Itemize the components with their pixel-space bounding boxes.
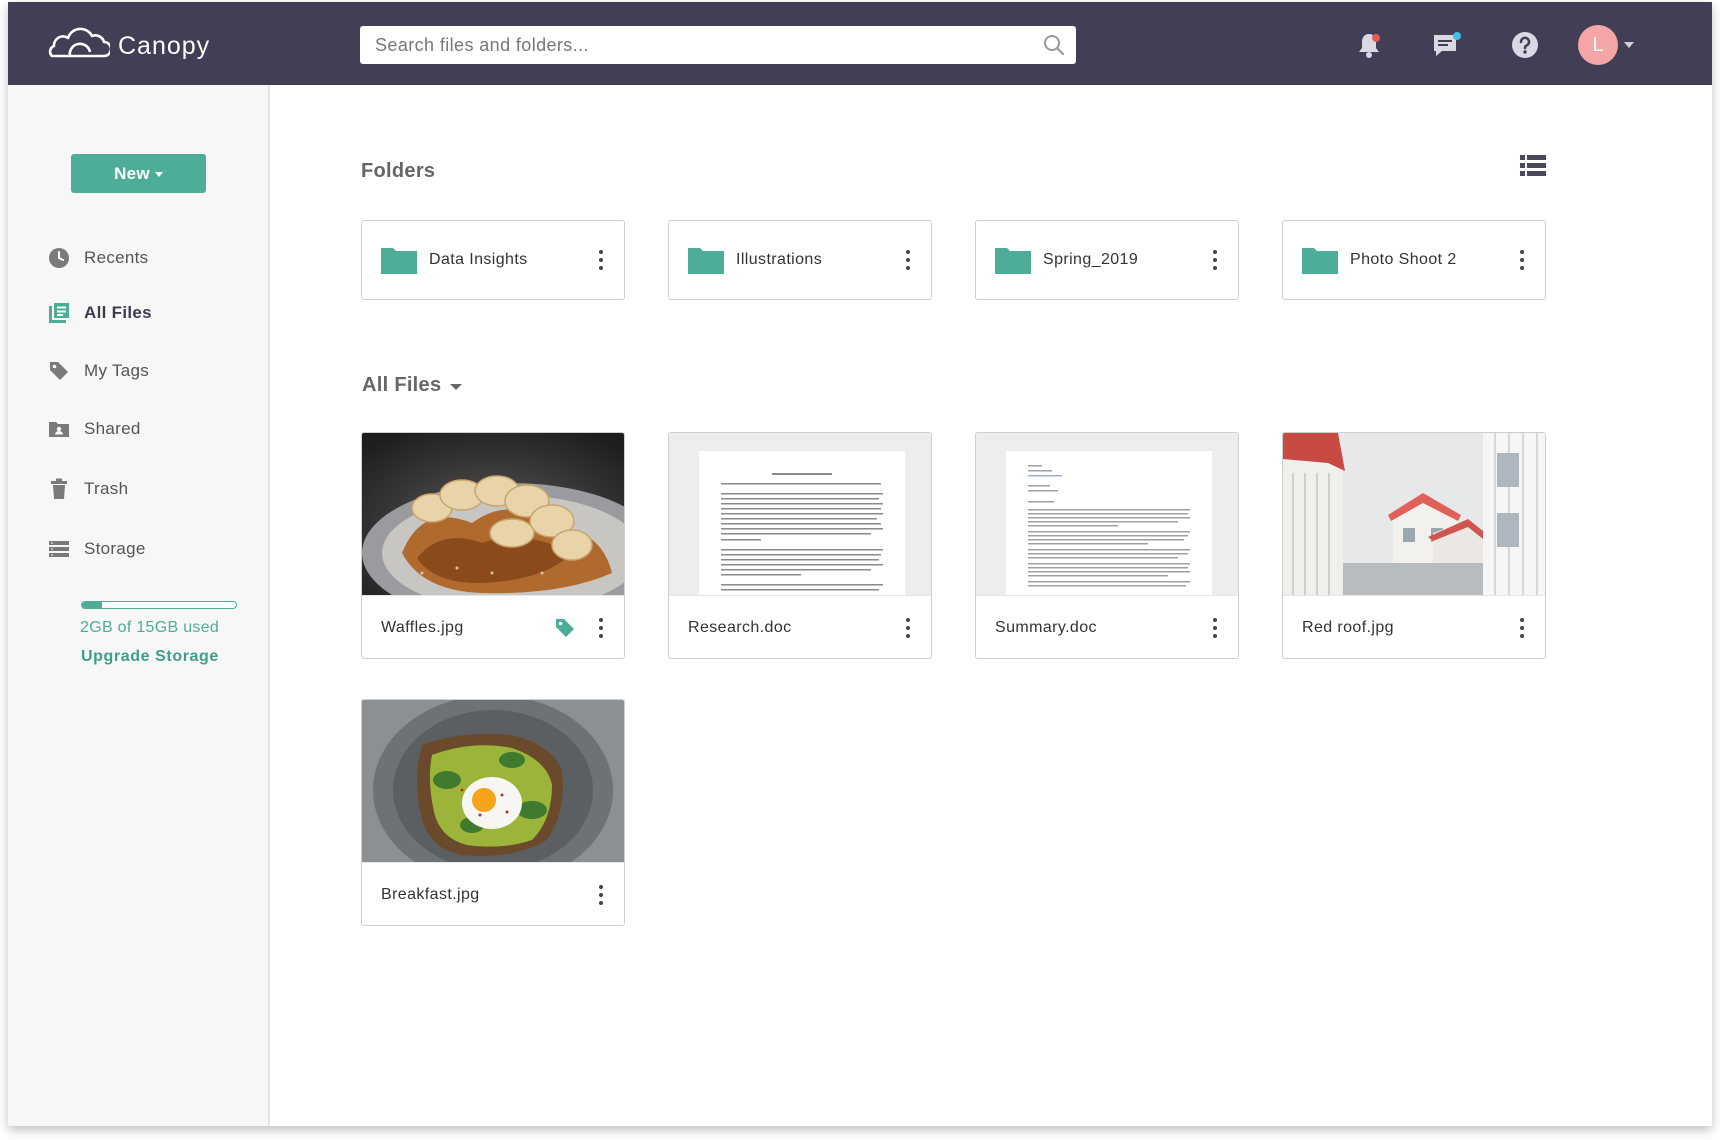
houses-photo-thumbnail xyxy=(1283,433,1545,595)
cloud-logo-icon xyxy=(48,27,110,58)
chevron-down-icon xyxy=(1624,42,1634,48)
more-options-button[interactable] xyxy=(1202,243,1228,277)
folder-icon xyxy=(687,245,725,275)
sidebar-item-label: Shared xyxy=(84,419,141,438)
folder-name: Photo Shoot 2 xyxy=(1350,251,1457,268)
search-button[interactable] xyxy=(1032,26,1076,64)
tag-icon xyxy=(44,356,74,386)
file-card[interactable]: Research.doc xyxy=(668,432,932,659)
folder-name: Data Insights xyxy=(429,251,528,268)
folder-card[interactable]: Photo Shoot 2 xyxy=(1282,220,1546,300)
folder-icon xyxy=(1301,245,1339,275)
sidebar-item-label: Storage xyxy=(84,539,146,558)
document-page xyxy=(699,451,905,595)
new-button[interactable]: New xyxy=(71,154,206,193)
folder-name: Spring_2019 xyxy=(1043,251,1139,268)
sidebar-item-shared[interactable]: Shared xyxy=(44,414,141,444)
more-options-button[interactable] xyxy=(1202,611,1228,645)
folder-card[interactable]: Data Insights xyxy=(361,220,625,300)
all-files-sort-menu[interactable]: All Files xyxy=(362,374,463,397)
more-options-button[interactable] xyxy=(1509,611,1535,645)
sidebar-item-my-tags[interactable]: My Tags xyxy=(44,356,149,386)
clock-icon xyxy=(44,243,74,273)
more-options-button[interactable] xyxy=(1509,243,1535,277)
caret-down-icon xyxy=(450,384,463,390)
list-view-icon xyxy=(1520,155,1546,176)
file-name: Waffles.jpg xyxy=(381,618,464,636)
upgrade-storage-link[interactable]: Upgrade Storage xyxy=(81,648,219,666)
tag-icon[interactable] xyxy=(552,615,578,641)
storage-used-text: 2GB of 15GB used xyxy=(80,619,220,636)
sidebar-item-storage[interactable]: Storage xyxy=(44,534,146,564)
breakfast-photo-thumbnail xyxy=(362,700,624,862)
more-options-button[interactable] xyxy=(588,243,614,277)
folder-icon xyxy=(380,245,418,275)
top-bar: Canopy Search files and folders... L xyxy=(8,2,1712,85)
help-icon xyxy=(1512,32,1538,58)
search-input[interactable] xyxy=(360,26,1032,64)
help-button[interactable] xyxy=(1508,28,1542,62)
folder-card[interactable]: Illustrations xyxy=(668,220,932,300)
storage-progress-fill xyxy=(82,602,103,608)
sidebar: New Recents All Files My Tags Shared Tra… xyxy=(8,85,270,1126)
more-options-button[interactable] xyxy=(895,611,921,645)
sidebar-item-label: Recents xyxy=(84,248,149,267)
storage-progress-bar xyxy=(81,601,237,609)
shared-folder-icon xyxy=(44,414,74,444)
file-card[interactable]: Summary.doc xyxy=(975,432,1239,659)
file-card[interactable]: Breakfast.jpg xyxy=(361,699,625,926)
file-card-footer: Research.doc xyxy=(669,595,931,658)
document-page xyxy=(1006,451,1212,595)
notifications-button[interactable] xyxy=(1352,28,1386,62)
summary-doc-preview-thumbnail xyxy=(976,433,1238,595)
messages-button[interactable] xyxy=(1430,28,1464,62)
app-window: Canopy Search files and folders... L New… xyxy=(8,2,1712,1126)
file-card-footer: Summary.doc xyxy=(976,595,1238,658)
file-name: Red roof.jpg xyxy=(1302,618,1394,636)
account-menu[interactable]: L xyxy=(1578,25,1634,65)
list-view-toggle[interactable] xyxy=(1520,155,1546,182)
folder-card[interactable]: Spring_2019 xyxy=(975,220,1239,300)
chat-icon xyxy=(1434,32,1461,56)
sidebar-item-all-files[interactable]: All Files xyxy=(44,298,152,328)
more-options-button[interactable] xyxy=(895,243,921,277)
sidebar-item-label: My Tags xyxy=(84,361,150,380)
file-name: Breakfast.jpg xyxy=(381,885,480,903)
file-name: Research.doc xyxy=(688,618,792,636)
sidebar-item-trash[interactable]: Trash xyxy=(44,474,128,504)
more-options-button[interactable] xyxy=(588,878,614,912)
sidebar-item-recents[interactable]: Recents xyxy=(44,243,148,273)
more-options-button[interactable] xyxy=(588,611,614,645)
folders-heading: Folders xyxy=(361,160,436,182)
file-name: Summary.doc xyxy=(995,618,1097,636)
storage-icon xyxy=(44,534,74,564)
avatar: L xyxy=(1578,25,1618,65)
folder-icon xyxy=(994,245,1032,275)
bell-icon xyxy=(1359,34,1380,58)
file-card-footer: Red roof.jpg xyxy=(1283,595,1545,658)
research-doc-preview-thumbnail xyxy=(669,433,931,595)
file-card-footer: Waffles.jpg xyxy=(362,595,624,658)
file-card[interactable]: Waffles.jpg xyxy=(361,432,625,659)
folder-name: Illustrations xyxy=(736,251,823,268)
files-icon xyxy=(44,298,74,328)
trash-icon xyxy=(44,474,74,504)
search-box xyxy=(360,26,1076,64)
brand-name: Canopy xyxy=(118,31,211,60)
brand[interactable]: Canopy xyxy=(46,22,210,62)
search-icon xyxy=(1044,35,1065,56)
caret-down-icon xyxy=(154,172,163,177)
file-card[interactable]: Red roof.jpg xyxy=(1282,432,1546,659)
new-button-label: New xyxy=(114,163,150,183)
sidebar-item-label: Trash xyxy=(84,479,129,498)
all-files-heading: All Files xyxy=(362,374,442,396)
file-card-footer: Breakfast.jpg xyxy=(362,862,624,925)
sidebar-item-label: All Files xyxy=(84,303,152,322)
waffles-photo-thumbnail xyxy=(362,433,624,595)
